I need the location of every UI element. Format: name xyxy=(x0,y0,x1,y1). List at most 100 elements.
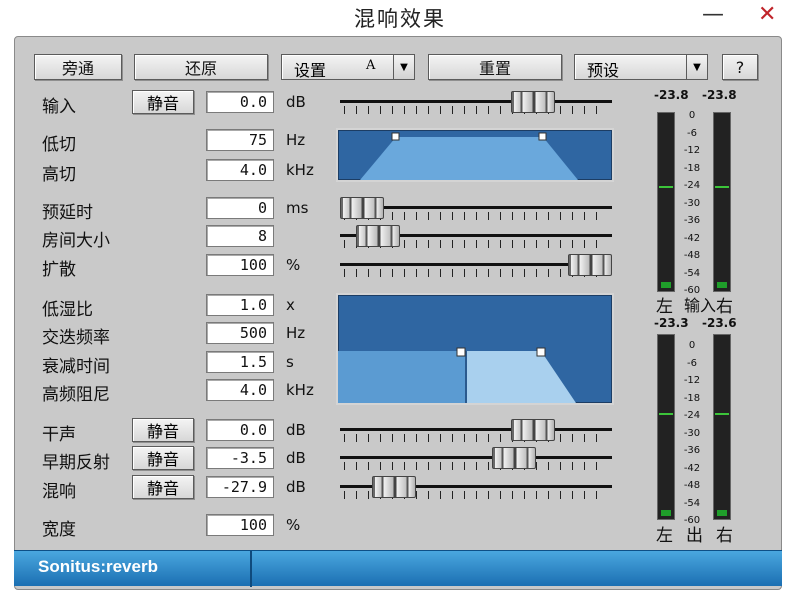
decay-field[interactable]: 1.5 xyxy=(206,351,274,373)
decay-graph[interactable] xyxy=(336,293,614,405)
plugin-name: Sonitus:reverb xyxy=(38,557,158,576)
diffusion-label: 扩散 xyxy=(42,260,76,280)
output-meter-scale-label: -54 xyxy=(683,497,701,509)
low-band xyxy=(338,351,465,403)
slider-thumb[interactable] xyxy=(511,91,556,113)
preset-dropdown[interactable]: 预设 ▼ xyxy=(574,54,708,80)
early-reflections-label: 早期反射 xyxy=(42,453,110,473)
input-meter-scale-label: -48 xyxy=(683,250,701,261)
predelay-slider[interactable] xyxy=(340,197,612,221)
setup-label: 设置 xyxy=(294,61,327,80)
output-left-meter xyxy=(657,334,675,520)
output-meter-right-label: 右 xyxy=(716,526,733,546)
reset-button[interactable]: 重置 xyxy=(428,54,562,80)
chevron-down-icon[interactable]: ▼ xyxy=(393,54,415,80)
lowcut-handle xyxy=(391,132,400,141)
input-meter-title: 输入 xyxy=(684,296,717,315)
status-bar: Sonitus:reverb xyxy=(14,550,782,587)
slider-thumb[interactable] xyxy=(356,225,401,247)
reverb-label: 混响 xyxy=(42,482,76,502)
filter-shape xyxy=(360,137,578,180)
lowdamp-field[interactable]: 1.0 xyxy=(206,294,274,316)
slider-thumb[interactable] xyxy=(511,419,556,441)
input-right-meter xyxy=(713,112,731,292)
lowcut-unit: Hz xyxy=(286,131,306,149)
slider-thumb[interactable] xyxy=(372,476,417,498)
slider-thumb[interactable] xyxy=(340,197,384,219)
dry-gain-field[interactable]: 0.0 xyxy=(206,419,274,441)
filter-graph[interactable] xyxy=(336,128,614,182)
help-button[interactable]: ? xyxy=(722,54,758,80)
slider-thumb[interactable] xyxy=(492,447,537,469)
output-meter-scale-label: 0 xyxy=(688,340,696,351)
input-meter-scale-label: -30 xyxy=(683,197,701,209)
crossover-field[interactable]: 500 xyxy=(206,322,274,344)
input-meter-scale-label: -6 xyxy=(687,127,697,139)
output-meter-scale-label: -18 xyxy=(683,392,701,404)
early-gain-slider[interactable] xyxy=(340,447,612,471)
slider-thumb[interactable] xyxy=(568,254,612,276)
output-meter-left-label: 左 xyxy=(656,526,673,546)
width-field[interactable]: 100 xyxy=(206,514,274,536)
title-bar: 混响效果 — ✕ xyxy=(0,0,800,34)
decay-label: 衰减时间 xyxy=(42,357,110,377)
lowcut-label: 低切 xyxy=(42,135,76,155)
dry-gain-slider[interactable] xyxy=(340,419,612,443)
high-band xyxy=(467,351,576,403)
crossover-unit: Hz xyxy=(286,324,306,342)
highcut-field[interactable]: 4.0 xyxy=(206,159,274,181)
output-meter-scale-label: -42 xyxy=(683,462,701,474)
decay-unit: s xyxy=(286,353,294,371)
input-gain-field[interactable]: 0.0 xyxy=(206,91,274,113)
input-meter-scale-label: -12 xyxy=(683,145,701,156)
output-meter-scale-label: -12 xyxy=(683,375,701,386)
dry-mute-button[interactable]: 静音 xyxy=(132,418,194,442)
input-meter-scale-label: 0 xyxy=(688,110,696,121)
lowdamp-unit: x xyxy=(286,296,295,314)
output-meter-title: 出 xyxy=(686,526,703,546)
chevron-down-icon[interactable]: ▼ xyxy=(686,54,708,80)
width-unit: % xyxy=(286,516,301,534)
dry-label: 干声 xyxy=(42,425,76,445)
early-gain-field[interactable]: -3.5 xyxy=(206,447,274,469)
input-meter-scale-label: -54 xyxy=(683,267,701,279)
minimize-button[interactable]: — xyxy=(702,4,724,26)
input-meter-left-label: 左 xyxy=(656,297,673,317)
roomsize-label: 房间大小 xyxy=(42,231,110,251)
roomsize-slider[interactable] xyxy=(340,225,612,249)
input-meter-scale-label: -24 xyxy=(683,180,701,191)
predelay-field[interactable]: 0 xyxy=(206,197,274,219)
restore-button[interactable]: 还原 xyxy=(134,54,268,80)
input-left-meter xyxy=(657,112,675,292)
reverb-unit: dB xyxy=(286,478,306,496)
output-right-meter xyxy=(713,334,731,520)
window-title: 混响效果 xyxy=(354,7,446,31)
close-button[interactable]: ✕ xyxy=(758,4,776,26)
setup-selected-value: A xyxy=(366,58,376,73)
input-mute-button[interactable]: 静音 xyxy=(132,90,194,114)
hfdamp-handle xyxy=(536,347,546,357)
early-mute-button[interactable]: 静音 xyxy=(132,446,194,470)
hfdamp-unit: kHz xyxy=(286,381,314,399)
roomsize-field[interactable]: 8 xyxy=(206,225,274,247)
preset-label: 预设 xyxy=(587,61,620,80)
highcut-handle xyxy=(538,132,547,141)
reverb-mute-button[interactable]: 静音 xyxy=(132,475,194,499)
predelay-label: 预延时 xyxy=(42,203,93,223)
input-meter-scale-label: -18 xyxy=(683,162,701,174)
reverb-gain-slider[interactable] xyxy=(340,476,612,500)
hfdamp-field[interactable]: 4.0 xyxy=(206,379,274,401)
crossover-handle xyxy=(456,347,466,357)
crossover-label: 交迭频率 xyxy=(42,328,110,348)
setup-dropdown[interactable]: 设置 A ▼ xyxy=(281,54,415,80)
diffusion-unit: % xyxy=(286,256,301,274)
bypass-button[interactable]: 旁通 xyxy=(34,54,122,80)
diffusion-slider[interactable] xyxy=(340,254,612,278)
input-meter-scale-label: -42 xyxy=(683,232,701,244)
dry-unit: dB xyxy=(286,421,306,439)
input-gain-slider[interactable] xyxy=(340,91,612,115)
reverb-gain-field[interactable]: -27.9 xyxy=(206,476,274,498)
lowcut-field[interactable]: 75 xyxy=(206,129,274,151)
input-meter-scale-label: -36 xyxy=(683,215,701,226)
diffusion-field[interactable]: 100 xyxy=(206,254,274,276)
